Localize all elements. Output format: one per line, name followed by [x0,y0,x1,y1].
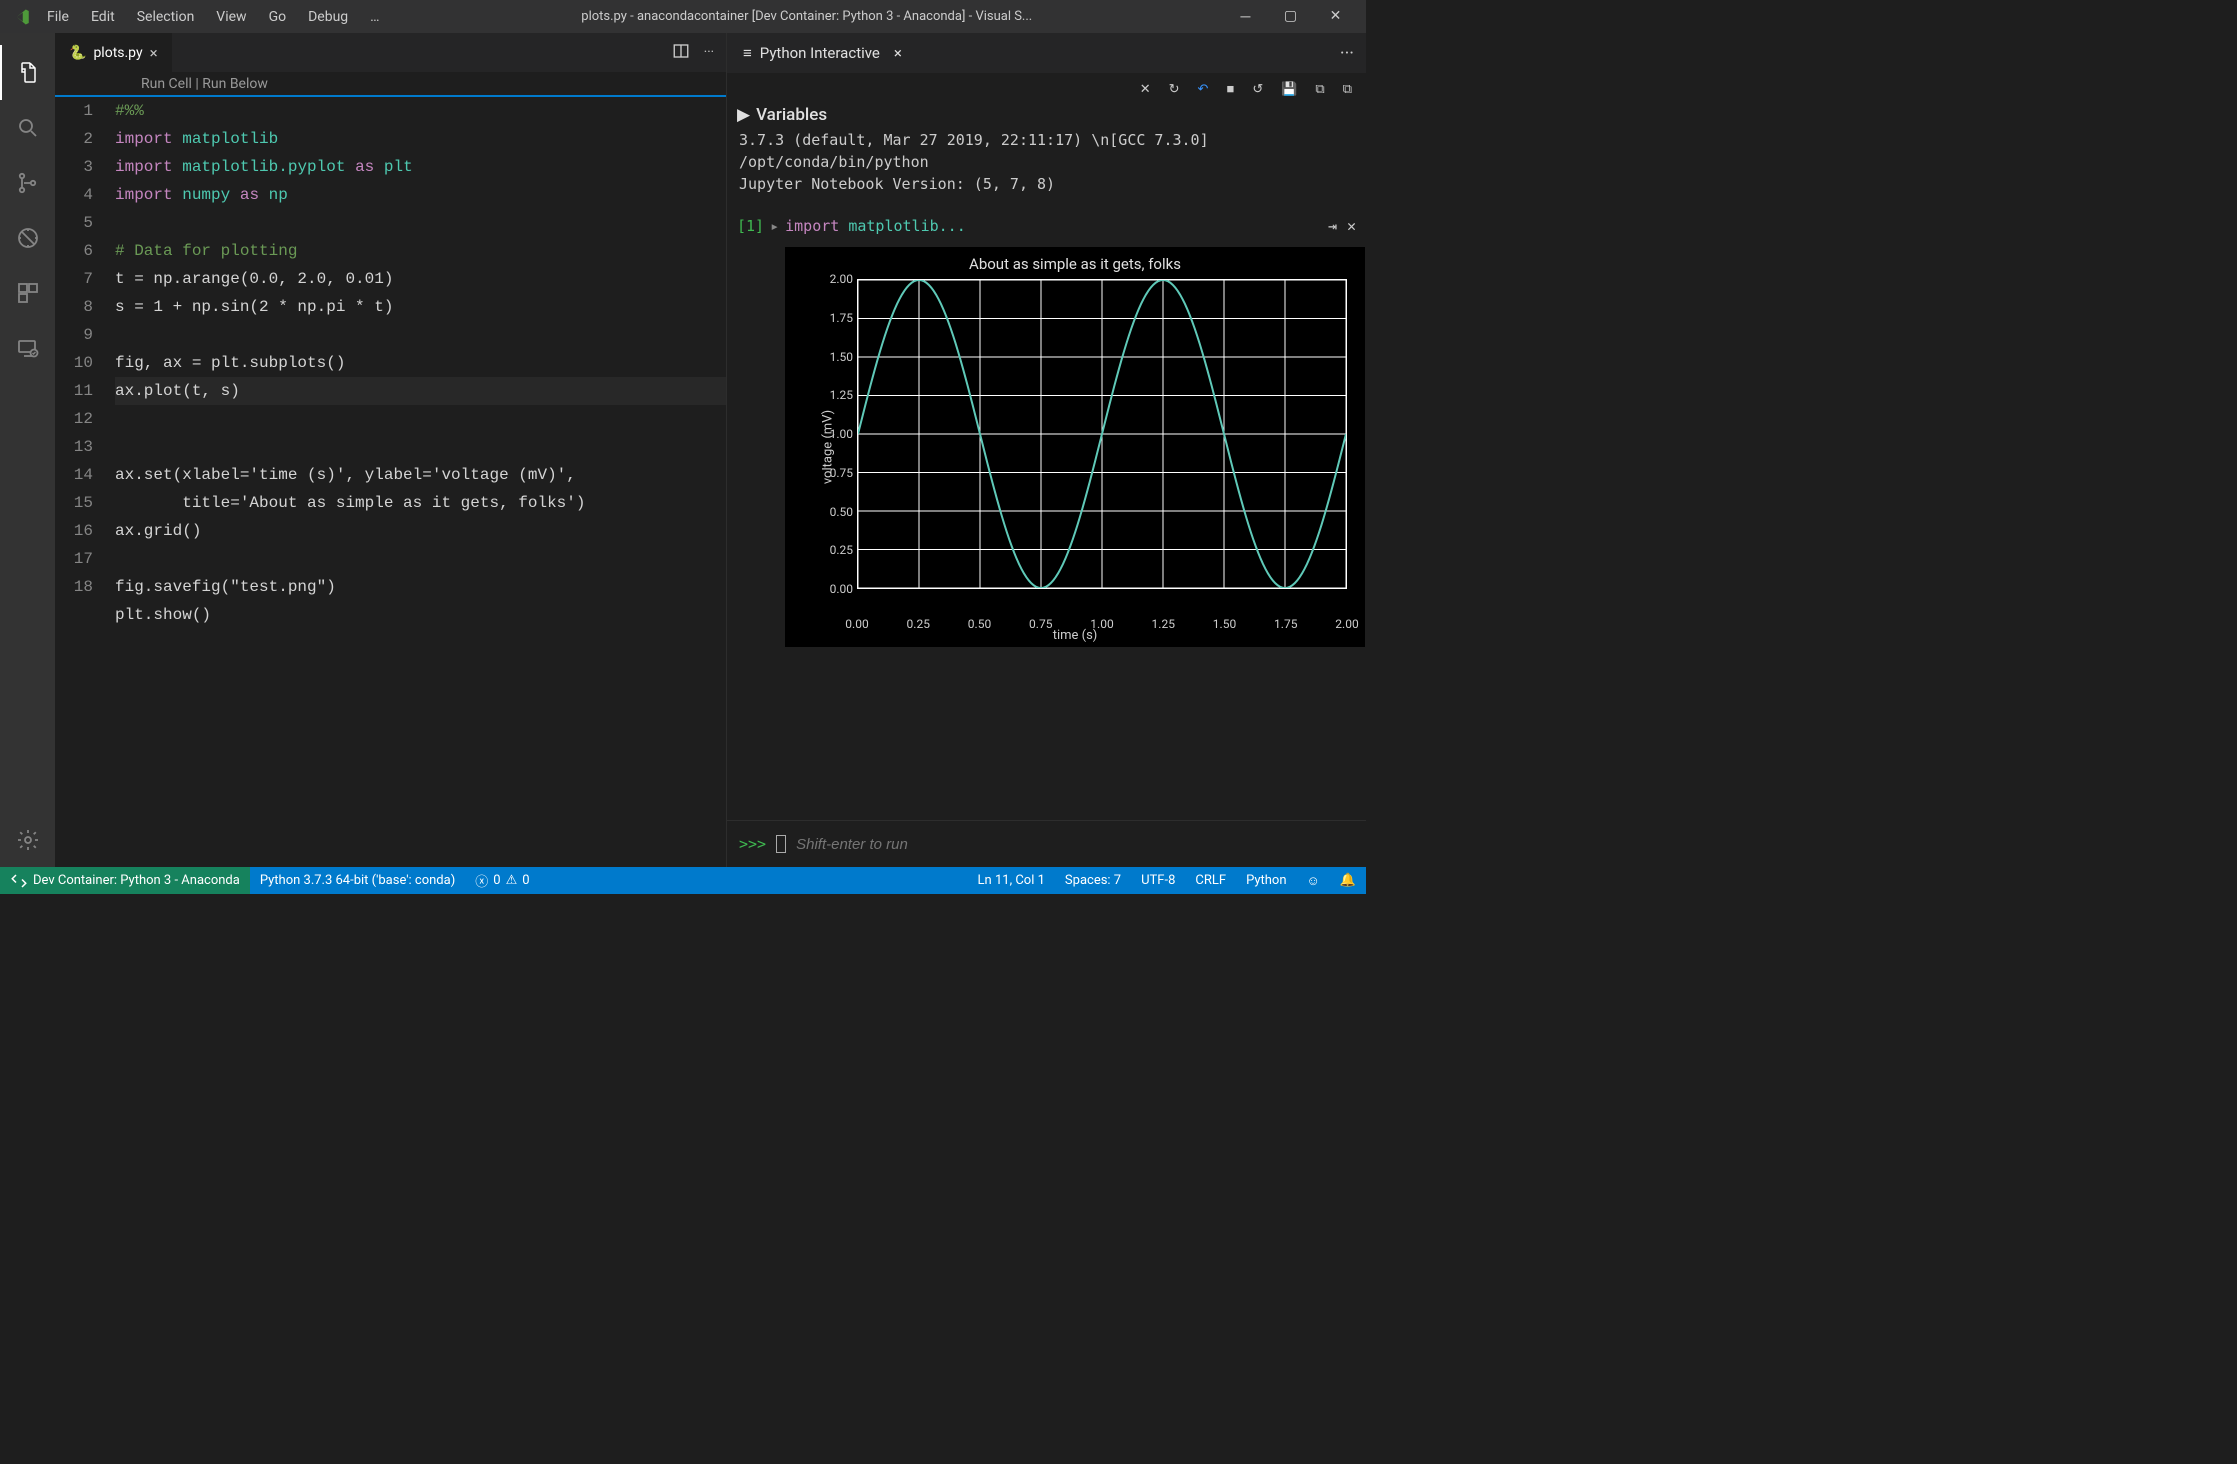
error-icon: ⓧ [475,871,488,890]
window-controls: ─ ▢ ✕ [1223,8,1358,25]
codelens-run-below[interactable]: Run Below [202,76,268,92]
settings-gear-icon[interactable] [0,812,55,867]
variables-section[interactable]: ▶ Variables [727,103,1366,129]
warning-icon: ⚠ [506,873,518,888]
interactive-toolbar: ✕ ↻ ↶ ■ ↺ 💾 ⧉ ⧉ [727,73,1366,103]
source-control-icon[interactable] [0,155,55,210]
interactive-tabs: ≡ Python Interactive × ··· [727,33,1366,73]
tab-close-icon[interactable]: × [150,44,158,62]
variables-label: Variables [756,105,827,125]
menu-bar: File Edit Selection View Go Debug … [36,3,391,31]
menu-view[interactable]: View [205,3,257,31]
kernel-info: 3.7.3 (default, Mar 27 2019, 22:11:17) \… [727,129,1366,205]
notifications-icon[interactable]: 🔔 [1330,867,1366,894]
collapse-icon[interactable]: ⇥ [1328,217,1337,235]
extensions-icon[interactable] [0,265,55,320]
menu-more[interactable]: … [359,3,390,31]
plot-output: About as simple as it gets, folks voltag… [785,247,1365,647]
tab-plots-py[interactable]: 🐍 plots.py × [55,33,173,72]
save-icon[interactable]: 💾 [1281,82,1297,97]
indentation[interactable]: Spaces: 7 [1055,867,1131,894]
feedback-icon[interactable]: ☺ [1297,867,1330,894]
error-count: 0 [493,873,500,888]
restart-icon[interactable]: ↺ [1252,82,1263,97]
menu-file[interactable]: File [36,3,80,31]
cell-code-preview: import matplotlib... [785,217,966,235]
code-body[interactable]: #%% import matplotlib import matplotlib.… [115,97,726,629]
repl-cursor [776,835,786,853]
chevron-right-icon: ▶ [737,105,750,125]
editor-pane: 🐍 plots.py × ··· Run Cell | Run Below 12… [55,33,726,867]
more-actions-icon[interactable]: ··· [704,45,714,60]
repl-input[interactable] [796,836,1354,853]
interactive-tab-label: Python Interactive [760,44,880,62]
close-button[interactable]: ✕ [1313,8,1358,25]
output-cell: [1] ▸ import matplotlib... ⇥ ✕ About as … [727,205,1366,651]
minimize-button[interactable]: ─ [1223,8,1268,25]
redo-icon[interactable]: ↻ [1169,82,1180,97]
debug-icon[interactable] [0,210,55,265]
editor-tabs: 🐍 plots.py × ··· [55,33,726,73]
list-icon: ≡ [743,44,752,62]
more-actions-icon[interactable]: ··· [1340,43,1354,64]
cancel-icon[interactable]: ✕ [1140,82,1151,97]
window-title: plots.py - anacondacontainer [Dev Contai… [391,9,1223,24]
plot-title: About as simple as it gets, folks [785,255,1365,273]
stop-icon[interactable]: ■ [1226,81,1234,97]
code-editor[interactable]: 123456789101112131415161718 #%% import m… [55,97,726,629]
search-icon[interactable] [0,100,55,155]
tab-close-icon[interactable]: × [894,44,902,62]
activity-bar [0,33,55,867]
python-file-icon: 🐍 [69,45,86,61]
plot-area [857,279,1347,589]
chevron-right-icon: ▸ [770,217,779,235]
menu-edit[interactable]: Edit [80,3,126,31]
status-bar: Dev Container: Python 3 - Anaconda Pytho… [0,867,1366,894]
undo-icon[interactable]: ↶ [1198,82,1209,97]
menu-selection[interactable]: Selection [126,3,206,31]
expand-icon[interactable]: ⧉ [1315,82,1324,97]
language-mode[interactable]: Python [1236,867,1296,894]
title-bar: File Edit Selection View Go Debug … plot… [0,0,1366,33]
remote-indicator[interactable]: Dev Container: Python 3 - Anaconda [0,867,250,894]
vscode-logo [8,8,36,26]
cell-header[interactable]: [1] ▸ import matplotlib... ⇥ ✕ [737,217,1356,235]
split-editor-icon[interactable] [672,42,690,64]
plot-yticks: 0.000.250.500.751.001.251.501.752.00 [817,279,853,589]
menu-go[interactable]: Go [258,3,298,31]
repl-input-row: >>> [727,820,1366,867]
cell-execution-count: [1] [737,217,764,235]
encoding[interactable]: UTF-8 [1131,867,1185,894]
repl-prompt: >>> [739,835,766,853]
tab-python-interactive[interactable]: ≡ Python Interactive × [727,33,918,73]
menu-debug[interactable]: Debug [297,3,359,31]
python-interactive-pane: ≡ Python Interactive × ··· ✕ ↻ ↶ ■ ↺ 💾 ⧉… [726,33,1366,867]
python-interpreter[interactable]: Python 3.7.3 64-bit ('base': conda) [250,867,465,894]
eol[interactable]: CRLF [1185,867,1236,894]
cursor-position[interactable]: Ln 11, Col 1 [968,867,1055,894]
codelens-run-cell[interactable]: Run Cell [141,76,192,92]
remote-explorer-icon[interactable] [0,320,55,375]
line-gutter: 123456789101112131415161718 [55,97,115,629]
export-icon[interactable]: ⧉ [1343,82,1352,97]
tab-label: plots.py [93,45,142,61]
main-area: 🐍 plots.py × ··· Run Cell | Run Below 12… [0,33,1366,867]
close-cell-icon[interactable]: ✕ [1347,217,1356,235]
codelens-bar: Run Cell | Run Below [55,73,726,97]
warning-count: 0 [522,873,529,888]
problems-indicator[interactable]: ⓧ 0 ⚠ 0 [465,867,539,894]
remote-label: Dev Container: Python 3 - Anaconda [33,873,240,888]
explorer-icon[interactable] [0,45,55,100]
maximize-button[interactable]: ▢ [1268,8,1313,25]
